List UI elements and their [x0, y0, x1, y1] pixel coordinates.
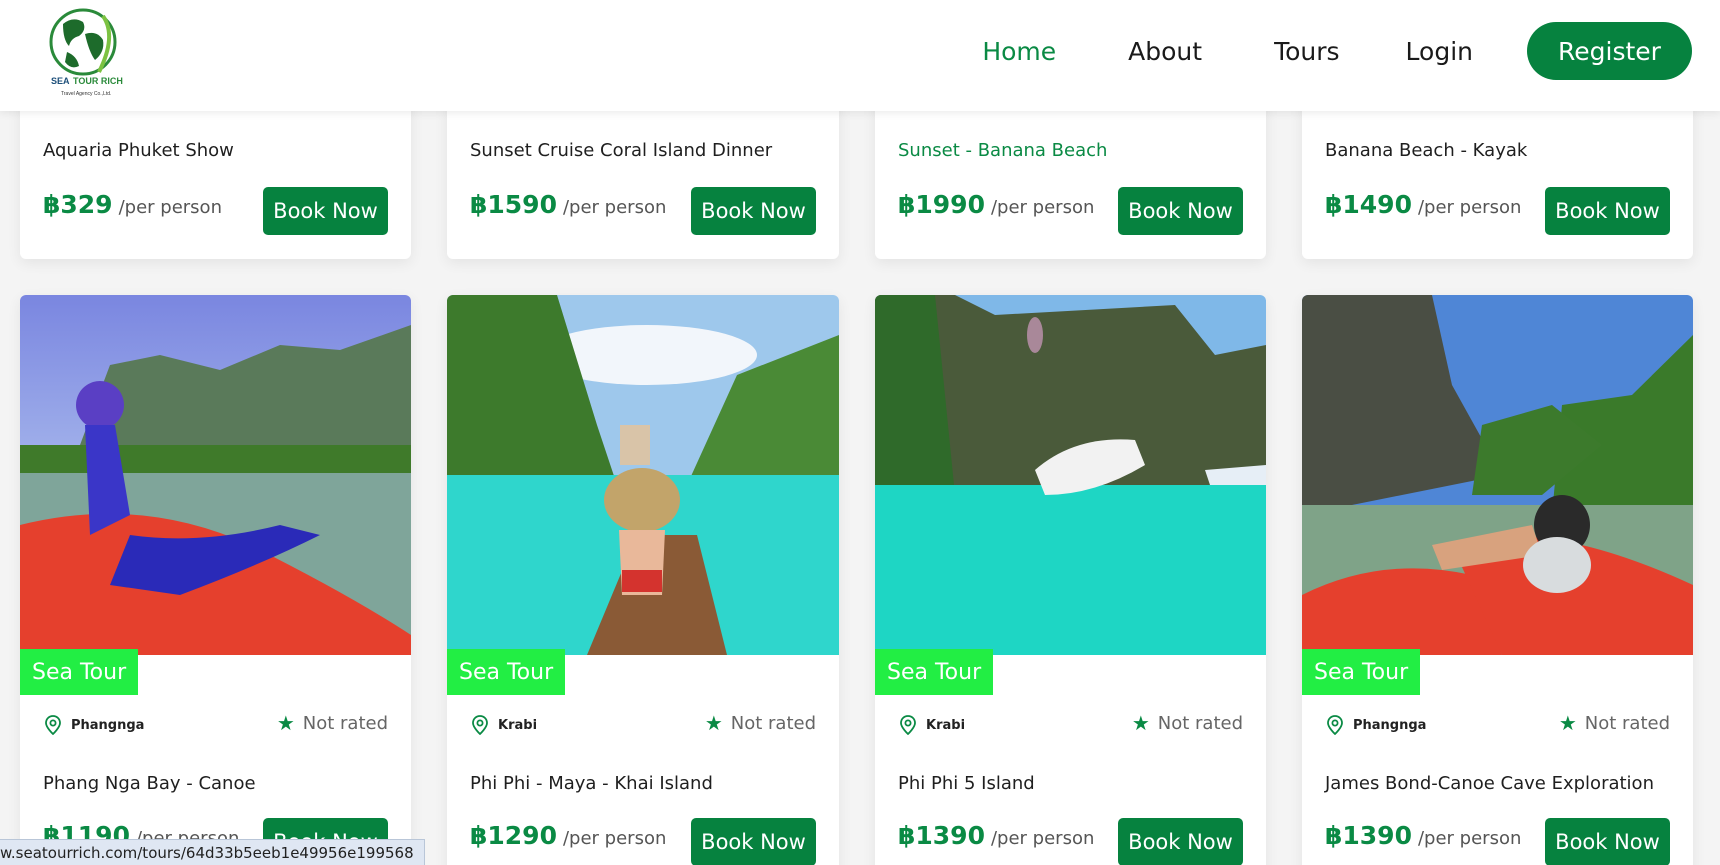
browser-status-bar: w.seatourrich.com/tours/64d33b5eeb1e4995…	[0, 839, 425, 865]
location-label: Phangnga	[71, 717, 145, 733]
tour-photo[interactable]	[875, 295, 1266, 655]
category-badge: Sea Tour	[447, 649, 566, 695]
tour-card[interactable]: Banana Beach - Kayak ฿1490 /per person B…	[1302, 90, 1693, 259]
per-person-label: /per person	[1417, 197, 1522, 218]
rating-label: Not rated	[730, 713, 816, 734]
tour-title[interactable]: Phang Nga Bay - Canoe	[43, 773, 256, 794]
per-person-label: /per person	[118, 197, 222, 218]
nav-links: Home About Tours Login Register	[982, 22, 1692, 80]
location-row: Krabi	[898, 715, 965, 735]
register-button[interactable]: Register	[1527, 22, 1692, 80]
svg-text:Travel Agency Co.,Ltd.: Travel Agency Co.,Ltd.	[61, 91, 111, 97]
price-row: ฿1390 /per person	[1325, 821, 1521, 850]
category-badge: Sea Tour	[875, 649, 994, 695]
tour-photo[interactable]	[20, 295, 411, 655]
book-now-button[interactable]: Book Now	[1545, 187, 1670, 235]
star-icon: ★	[704, 712, 723, 735]
nav-login[interactable]: Login	[1406, 37, 1473, 66]
per-person-label: /per person	[1417, 828, 1522, 849]
tour-title[interactable]: James Bond-Canoe Cave Exploration	[1325, 773, 1654, 794]
speedboat-photo	[875, 295, 1266, 655]
tour-title[interactable]: Aquaria Phuket Show	[43, 140, 234, 161]
book-now-button[interactable]: Book Now	[691, 818, 816, 865]
tour-card[interactable]: Sea Tour Krabi ★ Not rated Phi Phi - May…	[447, 295, 839, 865]
navbar: SEA TOUR RICH Travel Agency Co.,Ltd. Hom…	[0, 0, 1720, 111]
book-now-button[interactable]: Book Now	[691, 187, 816, 235]
longtail-boat-photo	[447, 295, 839, 655]
location-label: Krabi	[926, 717, 966, 733]
logo[interactable]: SEA TOUR RICH Travel Agency Co.,Ltd.	[45, 4, 123, 100]
per-person-label: /per person	[562, 197, 667, 218]
location-pin-icon	[472, 715, 488, 735]
category-badge: Sea Tour	[1302, 649, 1421, 695]
tour-price: ฿1490	[1325, 190, 1412, 219]
location-pin-icon	[900, 715, 916, 735]
rating-row: ★ Not rated	[277, 713, 388, 734]
tour-title[interactable]: Sunset - Banana Beach	[898, 140, 1107, 161]
book-now-button[interactable]: Book Now	[1118, 818, 1243, 865]
tour-card[interactable]: Sunset Cruise Coral Island Dinner ฿1590 …	[447, 90, 839, 259]
price-row: ฿1290 /per person	[470, 821, 666, 850]
tour-card[interactable]: Aquaria Phuket Show ฿329 /per person Boo…	[20, 90, 411, 259]
tour-price: ฿1390	[1325, 821, 1412, 850]
price-row: ฿1990 /per person	[898, 190, 1094, 219]
category-badge: Sea Tour	[20, 649, 139, 695]
star-icon: ★	[276, 712, 295, 735]
svg-text:TOUR RICH: TOUR RICH	[73, 76, 123, 86]
location-pin-icon	[45, 715, 61, 735]
rating-row: ★ Not rated	[1132, 713, 1243, 734]
globe-logo-icon: SEA TOUR RICH Travel Agency Co.,Ltd.	[49, 8, 123, 97]
tour-card[interactable]: Sea Tour Phangnga ★ Not rated James Bond…	[1302, 295, 1693, 865]
tour-card[interactable]: Sea Tour Krabi ★ Not rated Phi Phi 5 Isl…	[875, 295, 1266, 865]
canoe-photo	[20, 295, 411, 655]
location-row: Phangnga	[1325, 715, 1426, 735]
location-pin-icon	[1327, 715, 1343, 735]
tour-card[interactable]: Sea Tour Phangnga ★ Not rated Phang Nga …	[20, 295, 411, 865]
location-row: Krabi	[470, 715, 537, 735]
tour-photo[interactable]	[1302, 295, 1693, 655]
price-row: ฿1390 /per person	[898, 821, 1094, 850]
location-label: Krabi	[498, 717, 538, 733]
rating-row: ★ Not rated	[1559, 713, 1670, 734]
nav-home[interactable]: Home	[982, 37, 1056, 66]
tour-title[interactable]: Sunset Cruise Coral Island Dinner	[470, 140, 772, 161]
star-icon: ★	[1558, 712, 1577, 735]
per-person-label: /per person	[990, 828, 1095, 849]
book-now-button[interactable]: Book Now	[1118, 187, 1243, 235]
rating-label: Not rated	[1584, 713, 1670, 734]
tour-price: ฿1990	[898, 190, 985, 219]
location-label: Phangnga	[1353, 717, 1427, 733]
tour-title[interactable]: Phi Phi - Maya - Khai Island	[470, 773, 713, 794]
rating-row: ★ Not rated	[705, 713, 816, 734]
rating-label: Not rated	[302, 713, 388, 734]
price-row: ฿1490 /per person	[1325, 190, 1521, 219]
nav-about[interactable]: About	[1128, 37, 1202, 66]
tour-price: ฿1290	[470, 821, 557, 850]
tour-card[interactable]: Sunset - Banana Beach ฿1990 /per person …	[875, 90, 1266, 259]
book-now-button[interactable]: Book Now	[263, 187, 388, 235]
tour-title[interactable]: Phi Phi 5 Island	[898, 773, 1035, 794]
status-url: w.seatourrich.com/tours/64d33b5eeb1e4995…	[0, 843, 414, 862]
price-row: ฿329 /per person	[43, 190, 222, 219]
per-person-label: /per person	[990, 197, 1095, 218]
tour-price: ฿1590	[470, 190, 557, 219]
book-now-button[interactable]: Book Now	[1545, 818, 1670, 865]
svg-text:SEA: SEA	[51, 76, 70, 86]
tour-photo[interactable]	[447, 295, 839, 655]
star-icon: ★	[1131, 712, 1150, 735]
nav-tours[interactable]: Tours	[1274, 37, 1339, 66]
cave-canoe-photo	[1302, 295, 1693, 655]
tour-price: ฿1390	[898, 821, 985, 850]
rating-label: Not rated	[1157, 713, 1243, 734]
location-row: Phangnga	[43, 715, 144, 735]
price-row: ฿1590 /per person	[470, 190, 666, 219]
tour-title[interactable]: Banana Beach - Kayak	[1325, 140, 1527, 161]
per-person-label: /per person	[562, 828, 667, 849]
tour-price: ฿329	[43, 190, 113, 219]
